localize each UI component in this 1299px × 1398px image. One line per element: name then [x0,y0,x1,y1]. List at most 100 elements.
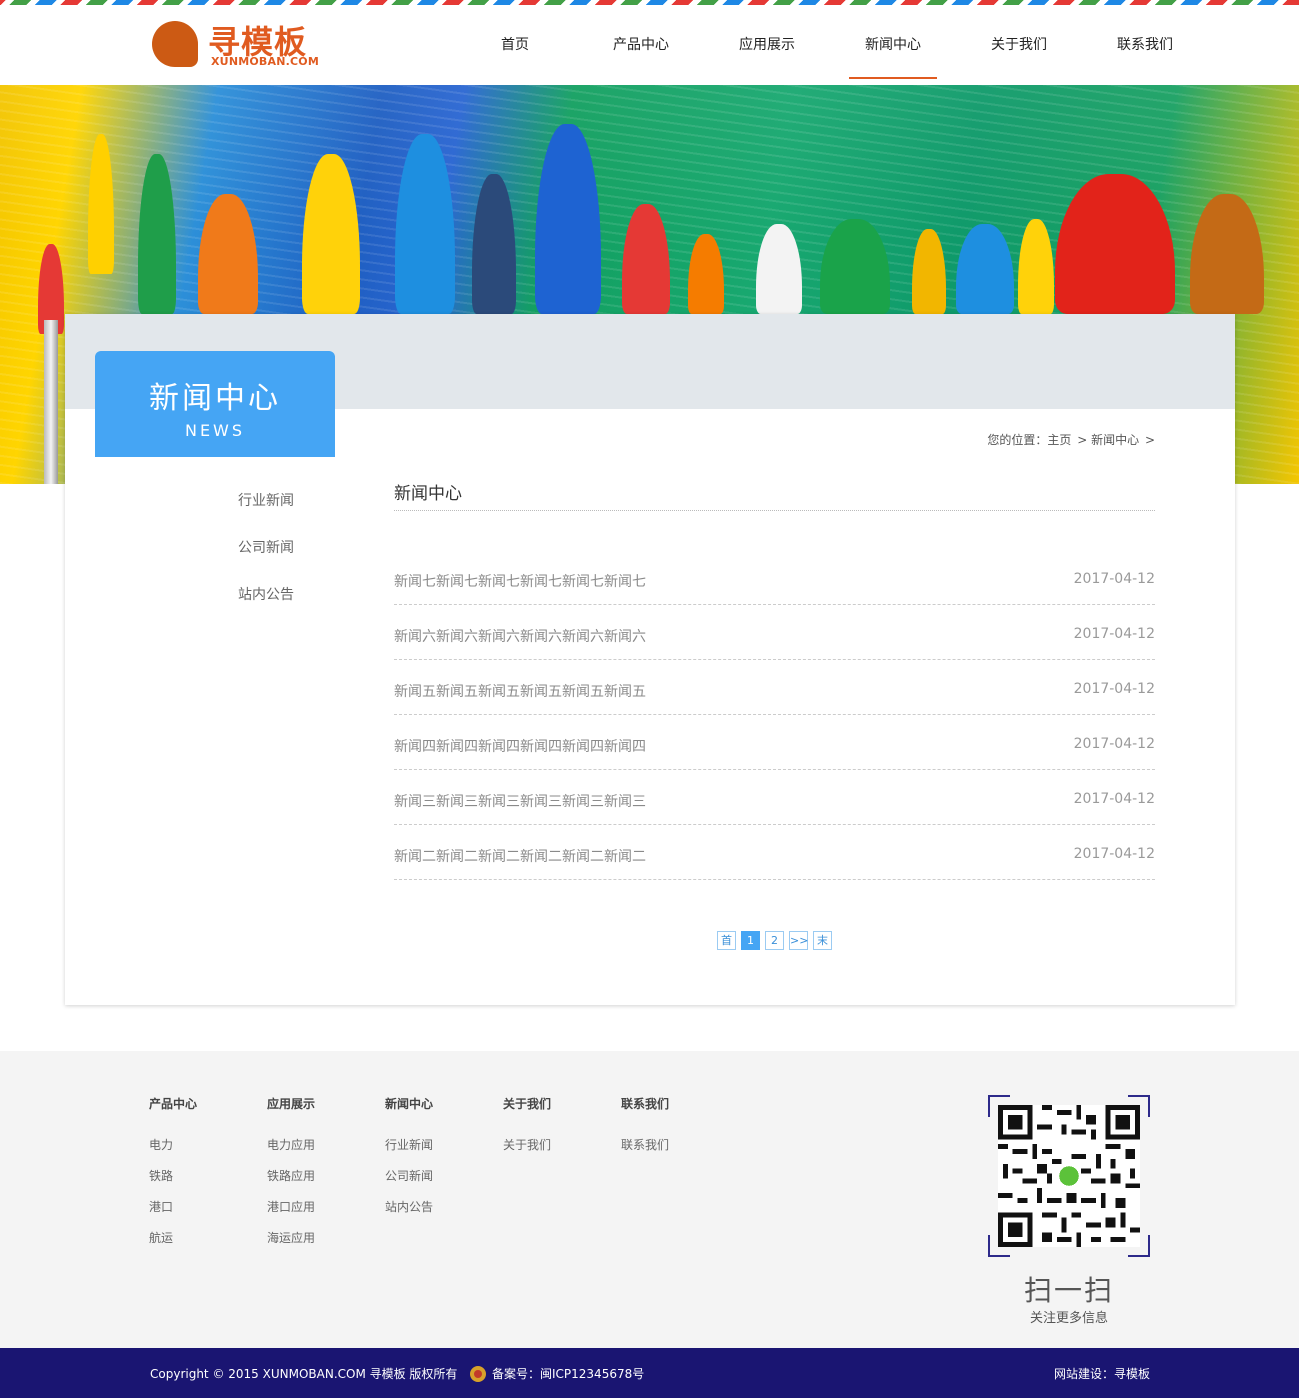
footer-link[interactable]: 铁路应用 [267,1167,315,1184]
sidebar-title-cn: 新闻中心 [149,381,281,416]
news-list: 新闻七新闻七新闻七新闻七新闻七新闻七 2017-04-12 新闻六新闻六新闻六新… [394,550,1155,880]
breadcrumb-separator: > [1144,433,1155,447]
qr-code-frame [988,1095,1150,1257]
pager-next-button[interactable]: >> [789,931,808,950]
footer-column-news: 新闻中心 行业新闻 公司新闻 站内公告 [385,1095,433,1215]
pager-first-button[interactable]: 首 [717,931,736,950]
nav-item-applications[interactable]: 应用展示 [704,5,830,85]
breadcrumb-home-link[interactable]: 主页 [1047,433,1071,447]
footer-link[interactable]: 港口应用 [267,1198,315,1215]
qr-scan-caption: 扫一扫 [1023,1274,1114,1307]
pagination: 首 1 2 >> 末 [717,931,832,950]
footer-link[interactable]: 海运应用 [267,1229,315,1246]
footer-column-title: 联系我们 [621,1097,670,1111]
footer-link[interactable]: 电力应用 [267,1136,315,1153]
nav-item-about[interactable]: 关于我们 [956,5,1082,85]
logo-en-text: XUNMOBAN.COM [211,55,319,68]
page-title: 新闻中心 [394,479,1155,511]
police-badge-icon [470,1365,486,1382]
paint-brush-icon [1190,194,1264,314]
footer-link[interactable]: 铁路 [149,1167,197,1184]
pager-last-button[interactable]: 末 [813,931,832,950]
footer-link[interactable]: 电力 [149,1136,197,1153]
list-item[interactable]: 新闻三新闻三新闻三新闻三新闻三新闻三 2017-04-12 [394,770,1155,825]
paint-brush-icon [395,134,455,314]
beian-info: 备案号：闽ICP12345678号 [470,1365,644,1382]
qr-code-icon [998,1105,1140,1247]
footer-column-about: 关于我们 关于我们 [503,1095,551,1153]
footer-link[interactable]: 联系我们 [621,1136,669,1153]
nav-item-products[interactable]: 产品中心 [578,5,704,85]
site-footer: 产品中心 电力 铁路 港口 航运 应用展示 电力应用 铁路应用 港口应用 海运应… [0,1051,1299,1348]
copyright-text: Copyright © 2015 XUNMOBAN.COM 寻模板 版权所有 [150,1367,458,1381]
paint-brush-icon [1055,174,1175,314]
paint-brush-icon [912,229,946,314]
breadcrumb-separator: > [1077,433,1088,447]
breadcrumb-prefix: 您的位置： [987,433,1048,447]
site-logo[interactable]: 寻模板 XUNMOBAN.COM [152,19,322,73]
news-date: 2017-04-12 [1073,736,1155,752]
sidebar-title-en: NEWS [184,421,246,440]
list-item[interactable]: 新闻六新闻六新闻六新闻六新闻六新闻六 2017-04-12 [394,605,1155,660]
paint-brush-icon [198,194,258,314]
news-date: 2017-04-12 [1073,571,1155,587]
paint-brush-icon [535,124,601,314]
news-title-link[interactable]: 新闻七新闻七新闻七新闻七新闻七新闻七 [394,571,646,604]
pager-page-1-button[interactable]: 1 [741,931,760,950]
site-header: 寻模板 XUNMOBAN.COM 首页 产品中心 应用展示 新闻中心 关于我们 … [0,5,1299,85]
site-builder-text: 网站建设：寻模板 [1053,1367,1150,1381]
footer-column-applications: 应用展示 电力应用 铁路应用 港口应用 海运应用 [267,1095,315,1246]
sidebar-menu: 行业新闻 公司新闻 站内公告 [238,490,294,631]
news-date: 2017-04-12 [1073,791,1155,807]
breadcrumb-current-link[interactable]: 新闻中心 [1091,433,1139,447]
nav-item-news[interactable]: 新闻中心 [830,5,956,85]
content-card: 新闻中心 NEWS 行业新闻 公司新闻 站内公告 您的位置：主页 > 新闻中心 … [65,314,1235,1005]
sidebar-item-site-notice[interactable]: 站内公告 [238,584,294,631]
news-date: 2017-04-12 [1073,681,1155,697]
footer-column-title: 新闻中心 [385,1097,434,1111]
footer-column-title: 产品中心 [149,1097,198,1111]
sidebar-item-company-news[interactable]: 公司新闻 [238,537,294,584]
news-date: 2017-04-12 [1073,626,1155,642]
paint-brush-icon [756,224,802,314]
footer-column-products: 产品中心 电力 铁路 港口 航运 [149,1095,197,1246]
nav-item-home[interactable]: 首页 [452,5,578,85]
brush-handle [44,320,58,484]
paint-brush-icon [138,154,176,314]
paint-brush-icon [820,219,890,314]
news-title-link[interactable]: 新闻六新闻六新闻六新闻六新闻六新闻六 [394,626,646,659]
sidebar-title-block: 新闻中心 NEWS [95,351,335,457]
breadcrumb: 您的位置：主页 > 新闻中心 > [985,431,1155,448]
sidebar-item-industry-news[interactable]: 行业新闻 [238,490,294,537]
list-item[interactable]: 新闻七新闻七新闻七新闻七新闻七新闻七 2017-04-12 [394,550,1155,605]
footer-link[interactable]: 航运 [149,1229,197,1246]
footer-copyright-bar: Copyright © 2015 XUNMOBAN.COM 寻模板 版权所有 备… [0,1348,1299,1398]
nav-item-contact[interactable]: 联系我们 [1082,5,1208,85]
list-item[interactable]: 新闻五新闻五新闻五新闻五新闻五新闻五 2017-04-12 [394,660,1155,715]
list-item[interactable]: 新闻四新闻四新闻四新闻四新闻四新闻四 2017-04-12 [394,715,1155,770]
footer-column-title: 应用展示 [267,1097,316,1111]
news-title-link[interactable]: 新闻二新闻二新闻二新闻二新闻二新闻二 [394,846,646,879]
paint-brush-icon [88,134,114,274]
news-title-link[interactable]: 新闻五新闻五新闻五新闻五新闻五新闻五 [394,681,646,714]
beian-link[interactable]: 备案号：闽ICP12345678号 [492,1365,644,1382]
news-title-link[interactable]: 新闻四新闻四新闻四新闻四新闻四新闻四 [394,736,646,769]
paint-brush-icon [1018,219,1054,314]
paint-brush-icon [956,224,1014,314]
list-item[interactable]: 新闻二新闻二新闻二新闻二新闻二新闻二 2017-04-12 [394,825,1155,880]
main-nav: 首页 产品中心 应用展示 新闻中心 关于我们 联系我们 [452,5,1208,85]
paint-brush-icon [622,204,670,314]
paint-brush-icon [302,154,360,314]
logo-mark-icon [152,21,198,67]
pager-page-2-button[interactable]: 2 [765,931,784,950]
footer-column-title: 关于我们 [503,1097,552,1111]
footer-column-contact: 联系我们 联系我们 [621,1095,669,1153]
footer-link[interactable]: 关于我们 [503,1136,551,1153]
news-date: 2017-04-12 [1073,846,1155,862]
footer-link[interactable]: 站内公告 [385,1198,433,1215]
news-title-link[interactable]: 新闻三新闻三新闻三新闻三新闻三新闻三 [394,791,646,824]
footer-link[interactable]: 行业新闻 [385,1136,433,1153]
paint-brush-icon [688,234,724,314]
footer-link[interactable]: 公司新闻 [385,1167,433,1184]
footer-link[interactable]: 港口 [149,1198,197,1215]
